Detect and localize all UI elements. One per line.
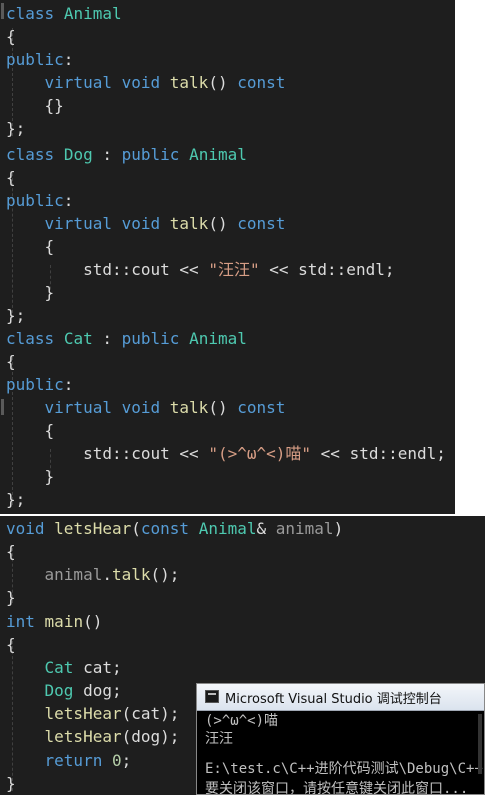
code-line: public: [6, 191, 74, 210]
console-scrollbar[interactable] [478, 714, 482, 774]
console-output-line: 要关闭该窗口，请按任意键关闭此窗口... [205, 781, 469, 795]
code-line: Cat cat; [44, 658, 122, 677]
debug-console-window[interactable]: Microsoft Visual Studio 调试控制台 (>^ω^<)喵 汪… [196, 683, 485, 795]
code-line: class Animal [6, 4, 122, 23]
code-line: void letsHear(const Animal& animal) [6, 519, 344, 538]
code-line: int main() [6, 612, 103, 631]
code-line: public: [6, 375, 74, 394]
code-line: } [6, 774, 16, 793]
code-line: class Dog : public Animal [6, 145, 247, 164]
code-line: { [6, 542, 16, 561]
code-line: } [44, 283, 55, 302]
code-panel-dog: class Dog : public Animal { public: virt… [0, 143, 455, 328]
code-line: virtual void talk() const [44, 214, 286, 233]
code-line: }; [6, 119, 26, 138]
console-title: Microsoft Visual Studio 调试控制台 [225, 692, 442, 707]
code-line: public: [6, 50, 74, 69]
code-panel-cat: class Cat : public Animal { public: virt… [0, 327, 455, 514]
code-line: } [6, 588, 16, 607]
code-line: virtual void talk() const [44, 398, 286, 417]
code-line: { [44, 237, 55, 256]
code-line: { [6, 635, 16, 654]
code-line: std::cout << "(>^ω^<)喵" << std::endl; [83, 444, 446, 463]
code-panel-animal: class Animal { public: virtual void talk… [0, 0, 455, 145]
console-output-line: (>^ω^<)喵 [205, 713, 279, 729]
code-line: class Cat : public Animal [6, 329, 247, 348]
code-line: } [44, 467, 55, 486]
code-line: virtual void talk() const [44, 73, 286, 92]
code-line: { [6, 352, 16, 371]
console-titlebar[interactable]: Microsoft Visual Studio 调试控制台 [197, 684, 484, 711]
code-line: std::cout << "汪汪" << std::endl; [83, 260, 395, 279]
code-line: }; [6, 306, 26, 325]
code-line: }; [6, 490, 26, 509]
console-output-line: 汪汪 [205, 731, 233, 747]
code-line: { [44, 421, 55, 440]
console-app-icon [205, 690, 219, 703]
code-line: { [6, 27, 16, 46]
code-line: { [6, 168, 16, 187]
code-line: Dog dog; [44, 681, 122, 700]
code-line: animal.talk(); [44, 565, 180, 584]
fold-marker[interactable] [1, 399, 4, 415]
fold-marker[interactable] [1, 3, 4, 19]
code-line: {} [44, 96, 64, 115]
code-line: return 0; [44, 751, 132, 770]
console-output-line: E:\test.c\C++进阶代码测试\Debug\C++ [205, 761, 483, 777]
code-line: letsHear(dog); [44, 727, 180, 746]
code-line: letsHear(cat); [44, 704, 180, 723]
